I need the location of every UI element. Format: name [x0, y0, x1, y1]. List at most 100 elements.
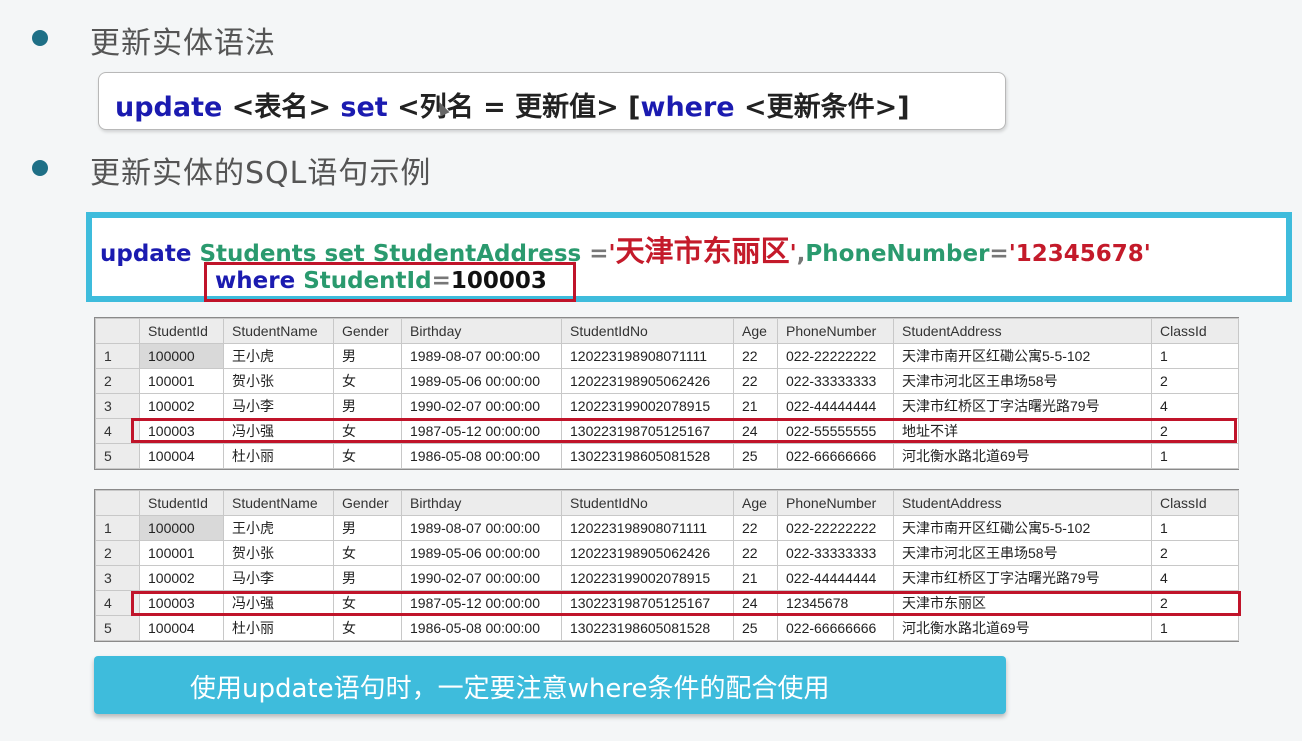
table-cell[interactable]: 1989-08-07 00:00:00: [401, 515, 562, 541]
table-cell[interactable]: 022-66666666: [777, 443, 894, 469]
table-cell[interactable]: 杜小丽: [223, 443, 334, 469]
table-row[interactable]: 3 100002 马小李男 1990-02-07 00:00:00 1202231990…: [95, 565, 1239, 591]
table-cell[interactable]: 120223199002078915: [561, 565, 734, 591]
table-cell[interactable]: 1: [1151, 343, 1239, 369]
table-cell[interactable]: 4: [1151, 393, 1239, 419]
table-cell[interactable]: 100000: [139, 343, 224, 369]
table-cell[interactable]: 贺小张: [223, 368, 334, 394]
table-cell[interactable]: 25: [733, 443, 778, 469]
table-cell[interactable]: 2: [1151, 418, 1239, 444]
table-cell[interactable]: 1987-05-12 00:00:00: [401, 418, 562, 444]
table-cell[interactable]: 1989-05-06 00:00:00: [401, 368, 562, 394]
table-cell[interactable]: 120223199002078915: [561, 393, 734, 419]
row-number-cell[interactable]: 1: [95, 515, 140, 541]
table-cell[interactable]: 冯小强: [223, 418, 334, 444]
table-cell[interactable]: 2: [1151, 368, 1239, 394]
table-cell[interactable]: 马小李: [223, 393, 334, 419]
table-row[interactable]: 4 100003 冯小强女 1987-05-12 00:00:00 1302231987…: [95, 590, 1239, 616]
table-cell[interactable]: 男: [333, 343, 402, 369]
column-header[interactable]: PhoneNumber: [777, 318, 894, 344]
table-cell[interactable]: 24: [733, 418, 778, 444]
table-cell[interactable]: 022-33333333: [777, 368, 894, 394]
table-cell[interactable]: 022-33333333: [777, 540, 894, 566]
column-header[interactable]: Birthday: [401, 318, 562, 344]
table-cell[interactable]: 130223198605081528: [561, 443, 734, 469]
row-number-header[interactable]: [95, 490, 140, 516]
table-cell[interactable]: 1990-02-07 00:00:00: [401, 565, 562, 591]
table-cell[interactable]: 1986-05-08 00:00:00: [401, 443, 562, 469]
table-cell[interactable]: 130223198705125167: [561, 418, 734, 444]
column-header[interactable]: StudentAddress: [893, 318, 1152, 344]
table-cell[interactable]: 2: [1151, 540, 1239, 566]
table-cell[interactable]: 100001: [139, 540, 224, 566]
row-number-cell[interactable]: 2: [95, 540, 140, 566]
table-cell[interactable]: 022-66666666: [777, 615, 894, 641]
table-cell[interactable]: 24: [733, 590, 778, 616]
table-cell[interactable]: 天津市红桥区丁字沽曙光路79号: [893, 393, 1152, 419]
row-number-header[interactable]: [95, 318, 140, 344]
table-cell[interactable]: 天津市东丽区: [893, 590, 1152, 616]
table-cell[interactable]: 22: [733, 343, 778, 369]
table-cell[interactable]: 120223198908071111: [561, 343, 734, 369]
column-header[interactable]: StudentIdNo: [561, 490, 734, 516]
table-cell[interactable]: 王小虎: [223, 515, 334, 541]
table-cell[interactable]: 130223198705125167: [561, 590, 734, 616]
row-number-cell[interactable]: 4: [95, 418, 140, 444]
table-cell[interactable]: 1: [1151, 515, 1239, 541]
table-cell[interactable]: 1: [1151, 615, 1239, 641]
column-header[interactable]: StudentId: [139, 490, 224, 516]
table-cell[interactable]: 12345678: [777, 590, 894, 616]
table-cell[interactable]: 022-55555555: [777, 418, 894, 444]
table-cell[interactable]: 女: [333, 368, 402, 394]
table-row[interactable]: 2 100001 贺小张女 1989-05-06 00:00:00 1202231989…: [95, 368, 1239, 394]
table-row[interactable]: 3 100002 马小李男 1990-02-07 00:00:00 1202231990…: [95, 393, 1239, 419]
table-cell[interactable]: 马小李: [223, 565, 334, 591]
table-cell[interactable]: 男: [333, 515, 402, 541]
column-header[interactable]: Birthday: [401, 490, 562, 516]
row-number-cell[interactable]: 4: [95, 590, 140, 616]
row-number-cell[interactable]: 3: [95, 565, 140, 591]
column-header[interactable]: StudentId: [139, 318, 224, 344]
column-header[interactable]: StudentAddress: [893, 490, 1152, 516]
table-cell[interactable]: 21: [733, 565, 778, 591]
table-cell[interactable]: 女: [333, 590, 402, 616]
table-row[interactable]: 2 100001 贺小张女 1989-05-06 00:00:00 1202231989…: [95, 540, 1239, 566]
table-cell[interactable]: 1986-05-08 00:00:00: [401, 615, 562, 641]
table-cell[interactable]: 120223198908071111: [561, 515, 734, 541]
column-header[interactable]: Age: [733, 490, 778, 516]
table-cell[interactable]: 天津市河北区王串场58号: [893, 368, 1152, 394]
column-header[interactable]: Age: [733, 318, 778, 344]
table-cell[interactable]: 贺小张: [223, 540, 334, 566]
table-cell[interactable]: 女: [333, 540, 402, 566]
table-cell[interactable]: 022-22222222: [777, 343, 894, 369]
column-header[interactable]: ClassId: [1151, 318, 1239, 344]
table-cell[interactable]: 杜小丽: [223, 615, 334, 641]
row-number-cell[interactable]: 2: [95, 368, 140, 394]
table-cell[interactable]: 022-22222222: [777, 515, 894, 541]
table-row[interactable]: 4 100003 冯小强女 1987-05-12 00:00:00 1302231987…: [95, 418, 1239, 444]
table-cell[interactable]: 1: [1151, 443, 1239, 469]
row-number-cell[interactable]: 5: [95, 443, 140, 469]
column-header[interactable]: StudentIdNo: [561, 318, 734, 344]
table-cell[interactable]: 1990-02-07 00:00:00: [401, 393, 562, 419]
table-row[interactable]: 1 100000 王小虎男 1989-08-07 00:00:00 1202231989…: [95, 343, 1239, 369]
table-cell[interactable]: 女: [333, 418, 402, 444]
table-cell[interactable]: 1989-05-06 00:00:00: [401, 540, 562, 566]
table-cell[interactable]: 100003: [139, 418, 224, 444]
table-cell[interactable]: 男: [333, 393, 402, 419]
table-row[interactable]: 1 100000 王小虎男 1989-08-07 00:00:00 1202231989…: [95, 515, 1239, 541]
table-cell[interactable]: 1987-05-12 00:00:00: [401, 590, 562, 616]
table-cell[interactable]: 王小虎: [223, 343, 334, 369]
table-cell[interactable]: 100004: [139, 443, 224, 469]
column-header[interactable]: ClassId: [1151, 490, 1239, 516]
table-cell[interactable]: 100001: [139, 368, 224, 394]
column-header[interactable]: Gender: [333, 490, 402, 516]
table-cell[interactable]: 100004: [139, 615, 224, 641]
table-cell[interactable]: 130223198605081528: [561, 615, 734, 641]
column-header[interactable]: PhoneNumber: [777, 490, 894, 516]
table-cell[interactable]: 100003: [139, 590, 224, 616]
row-number-cell[interactable]: 1: [95, 343, 140, 369]
table-cell[interactable]: 1989-08-07 00:00:00: [401, 343, 562, 369]
table-cell[interactable]: 地址不详: [893, 418, 1152, 444]
table-cell[interactable]: 天津市红桥区丁字沽曙光路79号: [893, 565, 1152, 591]
